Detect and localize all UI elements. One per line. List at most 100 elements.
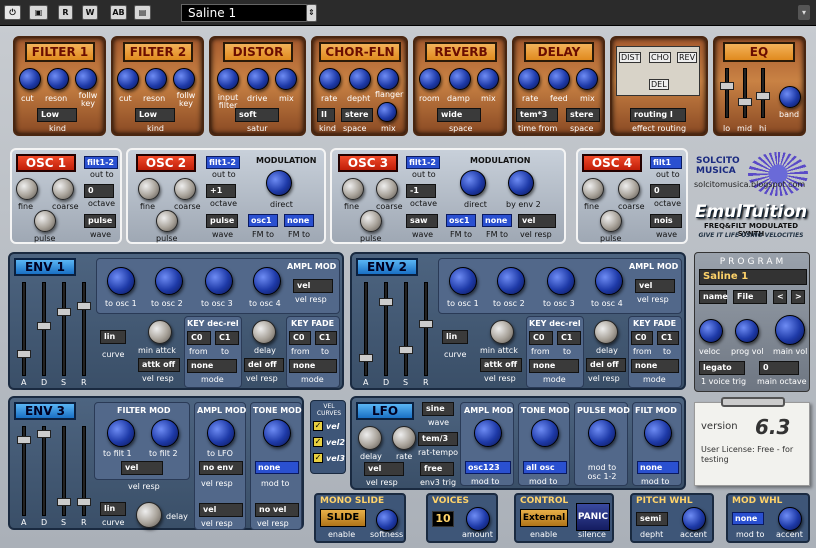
to-osc3-knob[interactable]	[205, 267, 233, 295]
coarse-knob[interactable]	[376, 178, 398, 200]
power-button[interactable]: ⏻	[4, 5, 21, 20]
to-filt2-knob[interactable]	[151, 419, 179, 447]
delay-knob[interactable]	[252, 320, 276, 344]
vel-curve-2-checkbox[interactable]: ✓	[313, 437, 323, 447]
routing-select[interactable]: routing I	[630, 108, 686, 122]
attack-vel-select[interactable]: attk off	[480, 358, 522, 372]
preset-stepper[interactable]: ⇕	[306, 4, 317, 22]
fm-source-select[interactable]: osc1	[248, 214, 278, 227]
mod-accent-knob[interactable]	[778, 507, 802, 531]
key-mode-select[interactable]: none	[187, 359, 237, 373]
external-button[interactable]: External	[520, 509, 568, 527]
menu-button[interactable]: ▤	[134, 5, 151, 20]
to-filt1-knob[interactable]	[107, 419, 135, 447]
depth-knob[interactable]	[349, 68, 371, 90]
sustain-slider[interactable]	[57, 308, 71, 316]
osc3-wave-select[interactable]: saw	[406, 214, 438, 228]
delay-time-select[interactable]: tem*3	[516, 108, 558, 122]
osc4-octave-select[interactable]: 0	[650, 184, 680, 198]
program-name-field[interactable]: Saline 1	[699, 269, 807, 285]
lfo-rate-knob[interactable]	[392, 426, 416, 450]
coarse-knob[interactable]	[618, 178, 640, 200]
lfo-wave-select[interactable]: sine	[422, 402, 454, 416]
tone-knob[interactable]	[263, 419, 291, 447]
release-slider[interactable]	[77, 498, 91, 506]
osc1-out-select[interactable]: filt1-2	[84, 156, 118, 169]
coarse-knob[interactable]	[174, 178, 196, 200]
sustain-slider[interactable]	[57, 498, 71, 506]
ampl-vel-resp-select[interactable]: vel	[293, 279, 333, 293]
osc1-wave-select[interactable]: pulse	[84, 214, 116, 228]
release-slider[interactable]	[419, 320, 433, 328]
fine-knob[interactable]	[342, 178, 364, 200]
voices-knob[interactable]	[466, 507, 490, 531]
reverb-space-select[interactable]: wide	[437, 108, 481, 122]
by-env2-knob[interactable]	[508, 170, 534, 196]
to-osc4-knob[interactable]	[253, 267, 281, 295]
file-menu[interactable]: File	[733, 290, 767, 304]
tone-target-select[interactable]: all osc	[523, 461, 567, 474]
feed-knob[interactable]	[548, 68, 570, 90]
flanger-knob[interactable]	[377, 68, 399, 90]
softness-knob[interactable]	[376, 509, 398, 531]
tone-vel-select[interactable]: no vel	[255, 503, 299, 517]
delay-knob[interactable]	[594, 320, 618, 344]
fade-mode-select[interactable]: none	[289, 359, 337, 373]
decay-slider[interactable]	[379, 298, 393, 306]
prev-program-button[interactable]: <	[773, 290, 787, 304]
to-osc1-knob[interactable]	[449, 267, 477, 295]
key-from-select[interactable]: C0	[529, 331, 553, 345]
cut-knob[interactable]	[117, 68, 139, 90]
decay-slider[interactable]	[37, 322, 51, 330]
delay-vel-select[interactable]: del off	[586, 358, 626, 372]
filt-mod-knob[interactable]	[644, 419, 672, 447]
fade-from-select[interactable]: C0	[289, 331, 311, 345]
compare-button[interactable]: AB	[110, 5, 127, 20]
name-button[interactable]: name	[699, 290, 728, 304]
osc2-out-select[interactable]: filt1-2	[206, 156, 240, 169]
pulse-knob[interactable]	[360, 210, 382, 232]
mix-knob[interactable]	[576, 68, 598, 90]
vel-resp-select[interactable]: vel	[518, 214, 556, 228]
voice-trig-select[interactable]: legato	[699, 361, 745, 375]
filter-vel-select[interactable]: vel	[121, 461, 163, 475]
osc4-out-select[interactable]: filt1	[650, 156, 682, 169]
reson-knob[interactable]	[47, 68, 69, 90]
chorus-space-select[interactable]: stere	[341, 108, 373, 122]
ampl-target-select[interactable]: osc123	[465, 461, 511, 474]
fade-mode-select[interactable]: none	[631, 359, 679, 373]
sustain-slider[interactable]	[399, 346, 413, 354]
osc4-wave-select[interactable]: nois	[650, 214, 682, 228]
damp-knob[interactable]	[449, 68, 471, 90]
osc2-wave-select[interactable]: pulse	[206, 214, 238, 228]
attack-slider[interactable]	[17, 436, 31, 444]
rate-knob[interactable]	[518, 68, 540, 90]
chorus-kind-select[interactable]: II	[317, 108, 335, 122]
input-filter-knob[interactable]	[217, 68, 239, 90]
slide-button[interactable]: SLIDE	[320, 509, 366, 527]
key-mode-select[interactable]: none	[529, 359, 579, 373]
filter2-kind-select[interactable]: Low	[135, 108, 175, 122]
ampl-vel-select[interactable]: vel	[199, 503, 243, 517]
to-osc2-knob[interactable]	[155, 267, 183, 295]
band-knob[interactable]	[779, 86, 801, 108]
to-osc2-knob[interactable]	[497, 267, 525, 295]
lo-slider[interactable]	[720, 82, 734, 90]
fm-target-select[interactable]: none	[482, 214, 512, 227]
cut-knob[interactable]	[19, 68, 41, 90]
to-osc3-knob[interactable]	[547, 267, 575, 295]
mix-knob[interactable]	[275, 68, 297, 90]
attack-vel-select[interactable]: attk off	[138, 358, 180, 372]
room-knob[interactable]	[419, 68, 441, 90]
attack-slider[interactable]	[17, 350, 31, 358]
osc2-octave-select[interactable]: +1	[206, 184, 236, 198]
vel-curve-3-checkbox[interactable]: ✓	[313, 453, 323, 463]
filter1-kind-select[interactable]: Low	[37, 108, 77, 122]
pitch-range-select[interactable]: semi	[636, 512, 668, 526]
prog-vol-knob[interactable]	[735, 319, 759, 343]
pulse-mod-knob[interactable]	[588, 419, 616, 447]
osc1-octave-select[interactable]: 0	[84, 184, 114, 198]
coarse-knob[interactable]	[52, 178, 74, 200]
mix-knob[interactable]	[377, 102, 397, 122]
bypass-button[interactable]: ▣	[29, 5, 48, 20]
